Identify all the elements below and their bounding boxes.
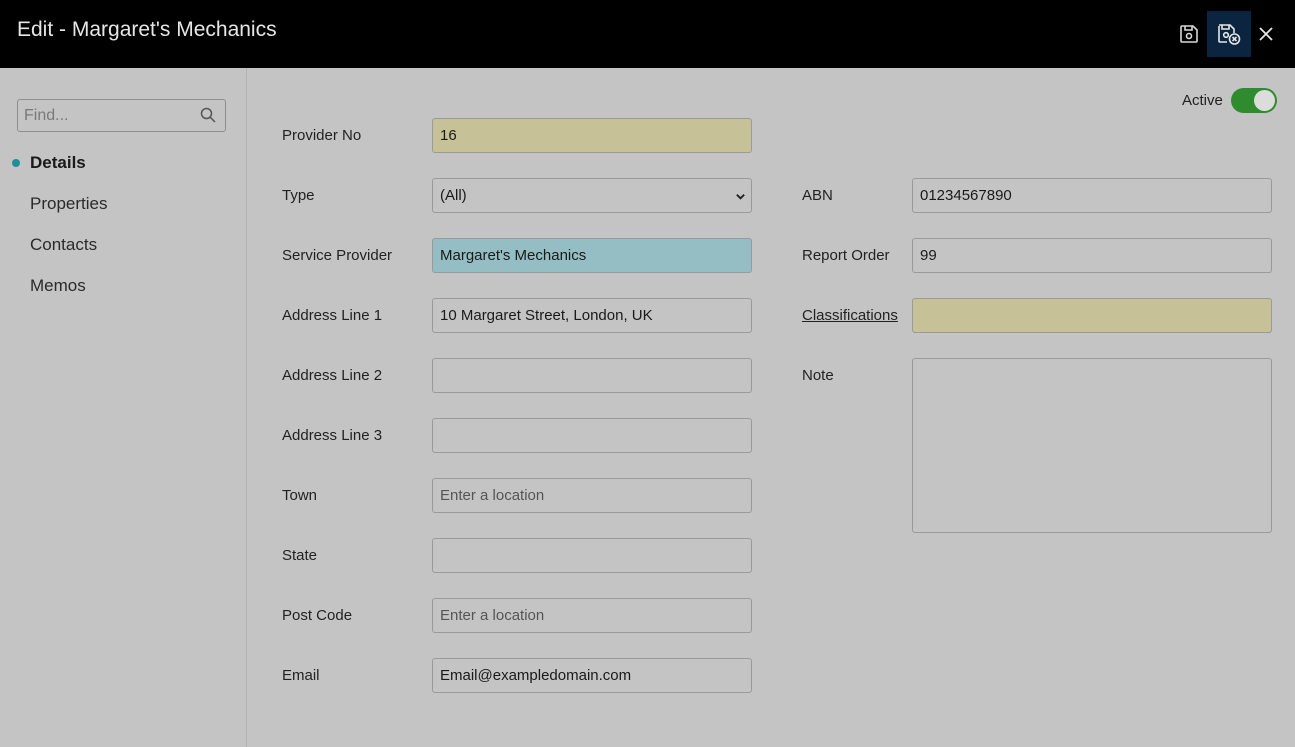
type-label: Type — [282, 187, 315, 204]
service-provider-label: Service Provider — [282, 247, 393, 264]
classifications-link[interactable]: Classifications — [802, 307, 898, 324]
sidebar-nav: Details Properties Contacts Memos — [0, 150, 247, 314]
save-button[interactable] — [1167, 11, 1211, 57]
window-title: Edit - Margaret's Mechanics — [17, 18, 277, 41]
sidebar-item-details[interactable]: Details — [0, 150, 247, 191]
state-field[interactable] — [432, 538, 752, 573]
find-input[interactable] — [18, 100, 188, 131]
post-code-field[interactable] — [432, 598, 752, 633]
details-panel: Active Provider No Type (All) Service Pr… — [248, 68, 1295, 747]
save-icon — [1180, 25, 1198, 43]
type-select[interactable]: (All) — [432, 178, 752, 213]
sidebar-item-label: Contacts — [30, 235, 98, 254]
title-bar: Edit - Margaret's Mechanics — [0, 0, 1295, 68]
sidebar-item-contacts[interactable]: Contacts — [0, 232, 247, 273]
save-close-icon — [1218, 24, 1241, 45]
find-box — [17, 99, 226, 132]
abn-label: ABN — [802, 187, 833, 204]
sidebar-item-memos[interactable]: Memos — [0, 273, 247, 314]
active-indicator-icon — [12, 159, 20, 167]
address-line-3-field[interactable] — [432, 418, 752, 453]
sidebar-item-label: Details — [30, 153, 86, 172]
toggle-knob — [1254, 90, 1275, 111]
address-line-2-field[interactable] — [432, 358, 752, 393]
address-line-1-label: Address Line 1 — [282, 307, 383, 324]
sidebar-item-label: Properties — [30, 194, 108, 213]
type-select-wrapper: (All) — [432, 178, 752, 213]
note-label: Note — [802, 367, 834, 384]
provider-no-label: Provider No — [282, 127, 362, 144]
sidebar-item-label: Memos — [30, 276, 86, 295]
town-field[interactable] — [432, 478, 752, 513]
abn-field[interactable] — [912, 178, 1272, 213]
service-provider-field[interactable] — [432, 238, 752, 273]
save-and-close-button[interactable] — [1207, 11, 1251, 57]
post-code-label: Post Code — [282, 607, 353, 624]
report-order-field[interactable] — [912, 238, 1272, 273]
report-order-label: Report Order — [802, 247, 890, 264]
town-label: Town — [282, 487, 318, 504]
sidebar-item-properties[interactable]: Properties — [0, 191, 247, 232]
address-line-3-label: Address Line 3 — [282, 427, 383, 444]
email-field[interactable] — [432, 658, 752, 693]
classifications-field[interactable] — [912, 298, 1272, 333]
address-line-1-field[interactable] — [432, 298, 752, 333]
active-label: Active — [1182, 92, 1223, 109]
active-toggle[interactable] — [1231, 88, 1277, 113]
state-label: State — [282, 547, 318, 564]
provider-no-field[interactable] — [432, 118, 752, 153]
close-icon — [1259, 27, 1273, 41]
email-label: Email — [282, 667, 320, 684]
close-button[interactable] — [1250, 11, 1282, 57]
note-field[interactable] — [912, 358, 1272, 533]
sidebar: Details Properties Contacts Memos — [0, 68, 247, 747]
address-line-2-label: Address Line 2 — [282, 367, 383, 384]
search-icon[interactable] — [200, 107, 216, 128]
